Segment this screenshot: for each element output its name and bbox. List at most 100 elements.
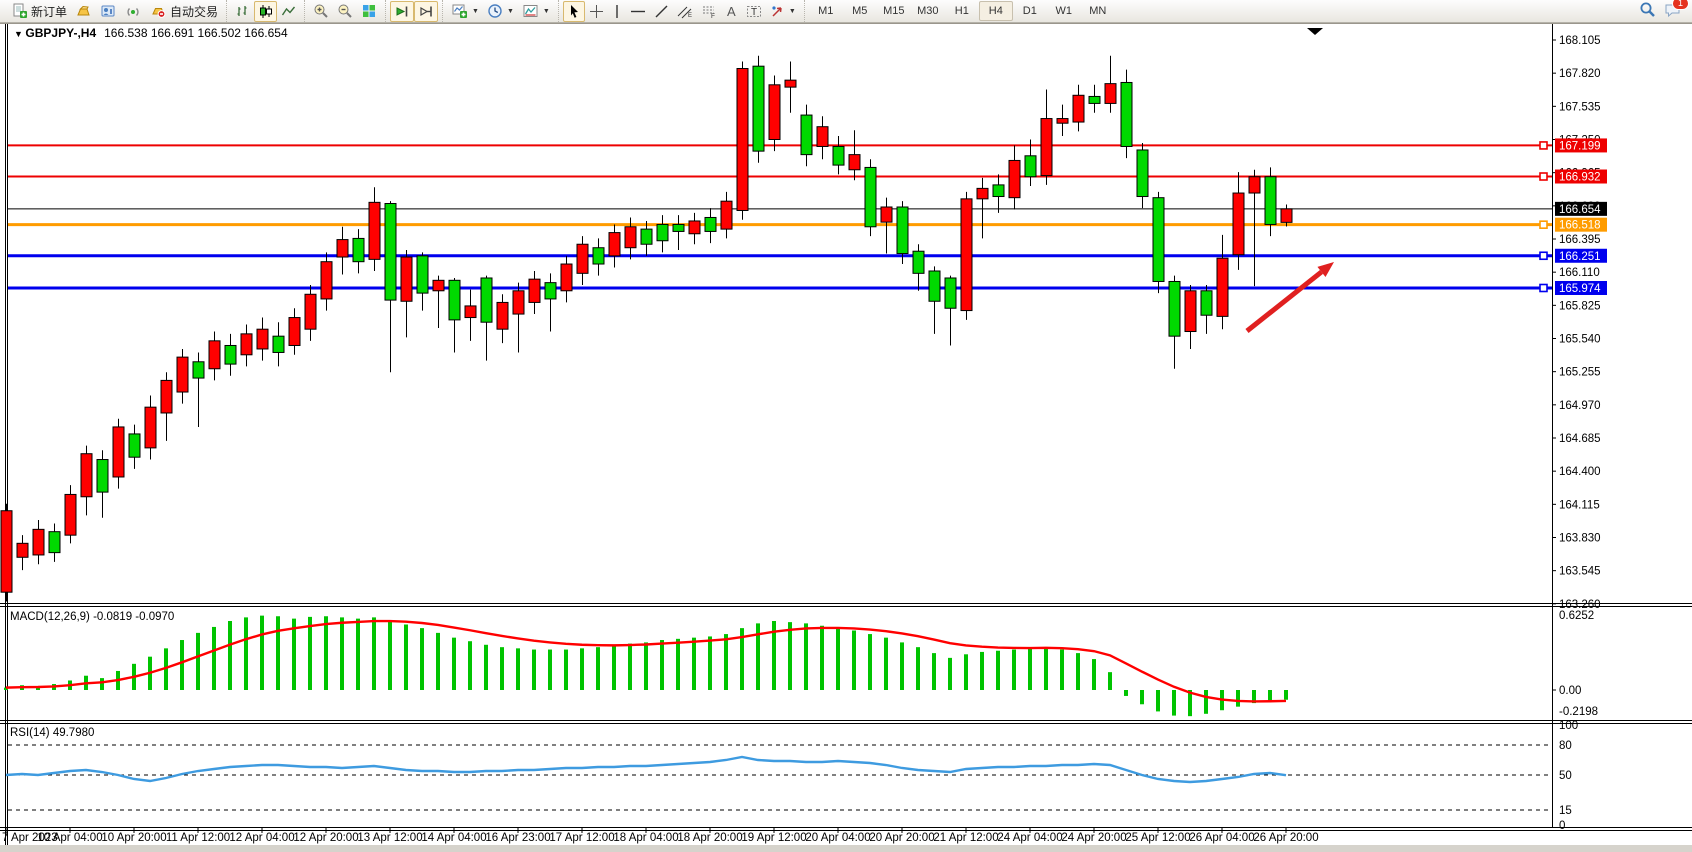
- rsi-level-label: 15: [1559, 805, 1572, 817]
- candle-body: [529, 279, 540, 302]
- new-order-button[interactable]: 新订单: [8, 1, 71, 22]
- candle-body: [1233, 193, 1244, 255]
- candle-body: [801, 115, 812, 155]
- time-tick-label: 24 Apr 20:00: [1061, 832, 1126, 844]
- time-tick-label: 17 Apr 12:00: [549, 832, 614, 844]
- chart-shift-button[interactable]: [414, 1, 438, 22]
- search-icon[interactable]: [1639, 1, 1656, 21]
- svg-text:A: A: [727, 4, 736, 19]
- timeframe-mn[interactable]: MN: [1081, 1, 1115, 21]
- arrows-button[interactable]: ▼: [766, 1, 800, 22]
- candle-body: [97, 460, 108, 493]
- new-order-icon: [12, 3, 28, 19]
- rsi-level-label: 100: [1559, 720, 1578, 732]
- candle-body: [833, 146, 844, 165]
- time-tick-label: 21 Apr 12:00: [933, 832, 998, 844]
- timeframe-w1[interactable]: W1: [1047, 1, 1081, 21]
- autotrading-label: 自动交易: [170, 3, 218, 20]
- trade-group: 新订单 自动交易: [4, 0, 226, 22]
- chart-canvas[interactable]: 168.105167.820167.535167.250166.965166.6…: [0, 23, 1692, 852]
- candle-body: [1185, 291, 1196, 332]
- svg-text:E: E: [688, 13, 692, 19]
- candle-body: [769, 85, 780, 140]
- funds-button[interactable]: [71, 1, 96, 22]
- equidistant-channel-button[interactable]: E: [673, 1, 697, 22]
- svg-text:165.974: 165.974: [1559, 283, 1601, 295]
- rsi-level-label: 0: [1559, 820, 1565, 832]
- timeframe-m1[interactable]: M1: [809, 1, 843, 21]
- timeframe-m30[interactable]: M30: [911, 1, 945, 21]
- candle-body: [465, 306, 476, 318]
- periods-button[interactable]: ▼: [483, 1, 518, 22]
- candle-body: [1265, 177, 1276, 225]
- candle-body: [577, 244, 588, 273]
- candle-body: [129, 434, 140, 457]
- candle-body: [689, 221, 700, 234]
- candle-body: [49, 532, 60, 553]
- price-tick-label: 165.540: [1559, 333, 1601, 345]
- candle-body: [817, 127, 828, 147]
- signals-button[interactable]: [121, 1, 146, 22]
- price-tick-label: 164.685: [1559, 433, 1601, 445]
- candle-body: [369, 202, 380, 259]
- candle-body: [81, 454, 92, 497]
- indicators-caret-icon: ▼: [472, 8, 479, 15]
- templates-button[interactable]: ▼: [518, 1, 554, 22]
- auto-scroll-button[interactable]: [390, 1, 414, 22]
- candle-body: [321, 262, 332, 299]
- candle-body: [1281, 209, 1292, 222]
- indicators-button[interactable]: ▼: [447, 1, 483, 22]
- rsi-level-label: 80: [1559, 740, 1572, 752]
- candle-body: [641, 229, 652, 244]
- candle-body: [961, 199, 972, 311]
- candle-body: [497, 302, 508, 329]
- price-tick-label: 166.110: [1559, 267, 1600, 279]
- timeframe-h4[interactable]: H4: [979, 1, 1013, 21]
- chat-button[interactable]: 1: [1664, 2, 1682, 21]
- candle-body: [65, 494, 76, 535]
- reports-button[interactable]: [96, 1, 121, 22]
- zoom-in-icon: [313, 3, 329, 19]
- profile-chart-icon: [100, 3, 117, 19]
- gold-icon: [75, 3, 92, 19]
- candle-body: [865, 167, 876, 226]
- new-order-label: 新订单: [31, 3, 67, 20]
- timeframe-m15[interactable]: M15: [877, 1, 911, 21]
- trendline-button[interactable]: [650, 1, 673, 22]
- cursor-button[interactable]: [563, 1, 585, 22]
- candle-body: [561, 264, 572, 291]
- crosshair-button[interactable]: [585, 1, 608, 22]
- vertical-line-button[interactable]: [608, 1, 626, 22]
- rsi-label: RSI(14) 49.7980: [10, 727, 94, 739]
- cursor-icon: [567, 4, 581, 19]
- candle-body: [1105, 84, 1116, 104]
- candle-body: [1089, 96, 1100, 103]
- drawing-tools-group: E F A T ▼: [558, 0, 804, 22]
- zoom-in-button[interactable]: [309, 1, 333, 22]
- time-tick-label: 19 Apr 12:00: [741, 832, 806, 844]
- horizontal-scrollbar[interactable]: [0, 845, 1692, 852]
- candlestick-button[interactable]: [254, 1, 277, 22]
- candle-body: [593, 248, 604, 264]
- candle-body: [481, 278, 492, 322]
- macd-scale-top: 0.6252: [1559, 610, 1594, 622]
- fibonacci-button[interactable]: F: [697, 1, 721, 22]
- text-button[interactable]: A: [721, 1, 742, 22]
- zoom-out-button[interactable]: [333, 1, 357, 22]
- timeframe-m5[interactable]: M5: [843, 1, 877, 21]
- horizontal-line-button[interactable]: [626, 1, 650, 22]
- autotrading-button[interactable]: 自动交易: [146, 1, 222, 22]
- line-chart-button[interactable]: [277, 1, 300, 22]
- equidistant-channel-icon: E: [677, 4, 693, 19]
- indicators-icon: [451, 3, 468, 19]
- candle-body: [913, 251, 924, 273]
- candle-body: [17, 543, 28, 557]
- timeframe-h1[interactable]: H1: [945, 1, 979, 21]
- bar-chart-button[interactable]: [231, 1, 254, 22]
- candle-body: [401, 257, 412, 301]
- toolbar-right: 1: [1639, 1, 1688, 21]
- tile-windows-button[interactable]: [357, 1, 381, 22]
- timeframe-d1[interactable]: D1: [1013, 1, 1047, 21]
- text-label-button[interactable]: T: [742, 1, 766, 22]
- line-chart-icon: [281, 4, 296, 19]
